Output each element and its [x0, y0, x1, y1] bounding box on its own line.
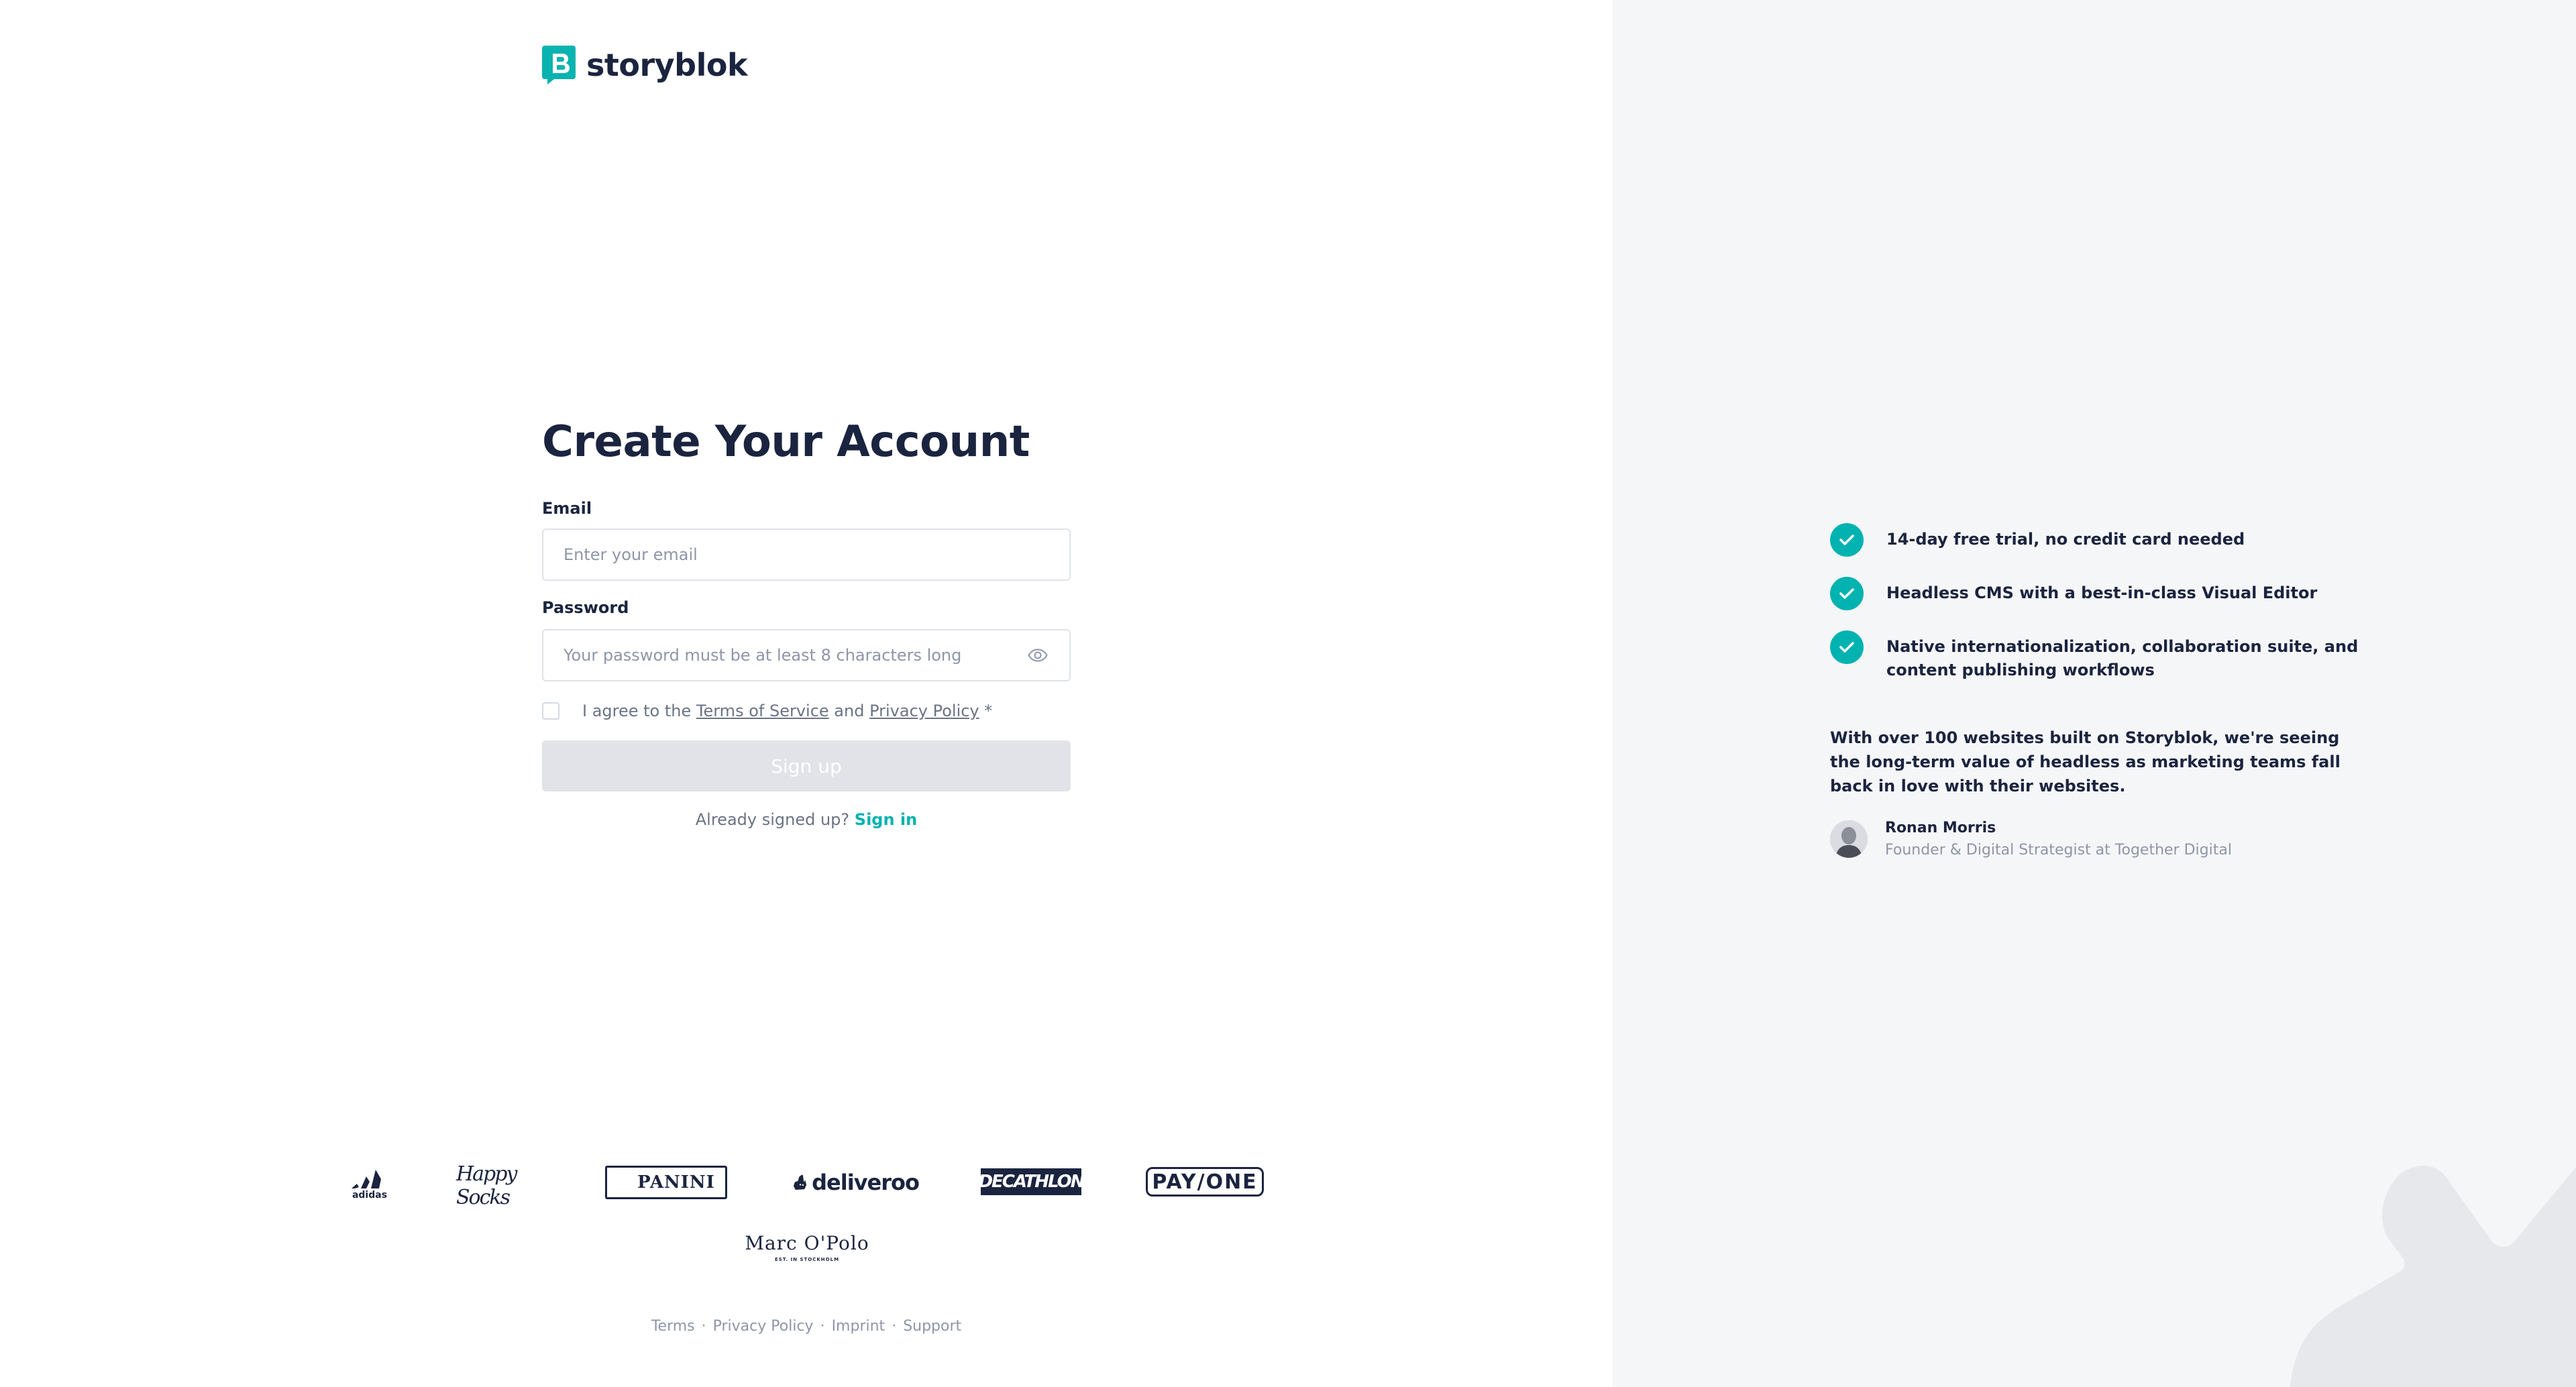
payone-logo: PAY/ONE [1146, 1167, 1264, 1197]
agree-and: and [828, 702, 870, 720]
feature-text: 14-day free trial, no credit card needed [1886, 530, 2245, 549]
agree-prefix: I agree to the [582, 702, 696, 720]
footer-links: Terms · Privacy Policy · Imprint · Support [542, 1318, 1071, 1335]
testimonial-author: Ronan Morris Founder & Digital Strategis… [1830, 820, 2232, 858]
feature-item: 14-day free trial, no credit card needed [1830, 523, 2367, 557]
panini-logo: PANINI [605, 1166, 727, 1199]
footer-imprint-link[interactable]: Imprint [832, 1318, 885, 1335]
storyblok-logo-icon [542, 46, 576, 85]
person-photo-icon [1830, 820, 1868, 858]
page-title: Create Your Account [542, 417, 1030, 467]
testimonial-quote: With over 100 websites built on Storyblo… [1830, 726, 2360, 798]
email-placeholder: Enter your email [564, 545, 698, 564]
footer-separator: · [820, 1318, 825, 1335]
footer-support-link[interactable]: Support [903, 1318, 961, 1335]
required-marker: * [979, 702, 993, 720]
decathlon-logo: DECATHLON [978, 1168, 1085, 1195]
email-field[interactable]: Enter your email [542, 529, 1071, 581]
adidas-logo-text: adidas [352, 1190, 388, 1201]
brand-name: storyblok [586, 47, 748, 83]
sign-in-link[interactable]: Sign in [855, 810, 917, 829]
email-label: Email [542, 499, 592, 518]
footer-terms-link[interactable]: Terms [651, 1318, 695, 1335]
quote-start: With over [1830, 728, 1925, 747]
sign-up-button[interactable]: Sign up [542, 740, 1071, 791]
checkmark-icon [1830, 577, 1864, 610]
privacy-policy-link[interactable]: Privacy Policy [869, 702, 979, 720]
author-info: Ronan Morris Founder & Digital Strategis… [1885, 820, 2232, 858]
panini-logo-text: PANINI [637, 1172, 715, 1192]
adidas-stripes-icon [352, 1170, 381, 1188]
terms-text: I agree to the Terms of Service and Priv… [582, 702, 992, 720]
feature-item: Headless CMS with a best-in-class Visual… [1830, 577, 2367, 610]
signup-panel: storyblok Create Your Account Email Ente… [0, 0, 1613, 1387]
terms-of-service-link[interactable]: Terms of Service [696, 702, 829, 720]
happy-socks-logo: Happy Socks [456, 1162, 517, 1209]
author-name: Ronan Morris [1885, 820, 1996, 836]
terms-checkbox[interactable] [542, 702, 559, 720]
customer-logos: adidas Happy Socks PANINI deliveroo DECA… [342, 1160, 1281, 1262]
deliveroo-kangaroo-icon [793, 1174, 807, 1190]
deliveroo-logo: deliveroo [793, 1166, 920, 1199]
password-field[interactable]: Your password must be at least 8 charact… [542, 629, 1071, 681]
feature-text: Headless CMS with a best-in-class Visual… [1886, 584, 2318, 602]
feature-item: Native internationalization, collaborati… [1830, 630, 2367, 682]
feature-list: 14-day free trial, no credit card needed… [1830, 523, 2367, 702]
storyblok-logo[interactable]: storyblok [542, 46, 748, 85]
marc-opolo-tagline: EST. IN STOCKHOLM [774, 1256, 840, 1262]
footer-separator: · [701, 1318, 706, 1335]
author-role: Founder & Digital Strategist at Together… [1885, 842, 2232, 858]
footer-separator: · [892, 1318, 897, 1335]
marc-opolo-logo: Marc O'Polo EST. IN STOCKHOLM [743, 1230, 871, 1264]
password-label: Password [542, 598, 629, 617]
checkmark-icon [1830, 523, 1864, 557]
footer-privacy-link[interactable]: Privacy Policy [713, 1318, 814, 1335]
already-text: Already signed up? [695, 810, 850, 829]
avatar [1830, 820, 1868, 858]
deliveroo-logo-text: deliveroo [812, 1170, 920, 1195]
sign-in-prompt: Already signed up? Sign in [542, 810, 1071, 829]
terms-agreement: I agree to the Terms of Service and Priv… [542, 702, 992, 720]
marc-opolo-logo-text: Marc O'Polo [745, 1231, 869, 1254]
adidas-logo: adidas [346, 1166, 393, 1203]
decathlon-logo-text: DECATHLON [978, 1172, 1085, 1192]
payone-logo-text: PAY/ONE [1152, 1170, 1258, 1194]
show-password-icon[interactable] [1026, 648, 1049, 663]
checkmark-icon [1830, 630, 1864, 664]
feature-text: Native internationalization, collaborati… [1886, 637, 2359, 679]
password-placeholder: Your password must be at least 8 charact… [564, 646, 962, 665]
quote-number: 100 [1924, 728, 1958, 747]
